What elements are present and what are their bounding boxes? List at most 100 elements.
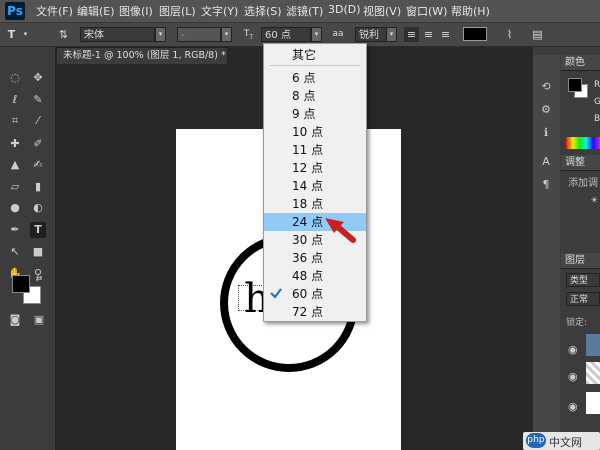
- brush-tool-icon[interactable]: ✐: [30, 136, 46, 152]
- layer-visibility-icon[interactable]: ◉: [568, 343, 578, 356]
- pen-tool-icon[interactable]: ✒: [7, 222, 23, 238]
- color-panel-tab[interactable]: 颜色: [561, 55, 600, 71]
- gradient-tool-icon[interactable]: ▮: [30, 179, 46, 195]
- eyedropper-tool-icon[interactable]: ⁄: [30, 113, 46, 129]
- dropdown-item[interactable]: 10 点: [264, 123, 366, 141]
- font-size-field[interactable]: 60 点: [261, 27, 311, 42]
- menu-type[interactable]: 文字(Y): [201, 3, 238, 19]
- dropdown-item[interactable]: 14 点: [264, 177, 366, 195]
- dropdown-item[interactable]: 9 点: [264, 105, 366, 123]
- character-icon[interactable]: A: [539, 155, 553, 169]
- font-family-field[interactable]: 宋体: [80, 27, 155, 42]
- character-panel-icon[interactable]: ▤: [530, 27, 545, 42]
- color-label-b: B: [594, 114, 600, 124]
- color-spectrum-bar[interactable]: [566, 137, 600, 149]
- menu-bar: Ps 文件(F) 编辑(E) 图像(I) 图层(L) 文字(Y) 选择(S) 滤…: [0, 0, 600, 23]
- menu-view[interactable]: 视图(V): [363, 3, 401, 19]
- antialias-arrow[interactable]: ▾: [386, 27, 397, 42]
- menu-image[interactable]: 图像(I): [119, 3, 153, 19]
- font-size-arrow[interactable]: ▾: [311, 27, 322, 42]
- info-icon[interactable]: ℹ: [539, 126, 553, 140]
- align-left-icon[interactable]: ≡: [404, 27, 419, 42]
- history-brush-tool-icon[interactable]: ✍: [30, 157, 46, 173]
- dodge-tool-icon[interactable]: ◐: [30, 200, 46, 216]
- layer-visibility-icon[interactable]: ◉: [568, 370, 578, 383]
- screen-mode-icon[interactable]: ▣: [31, 312, 47, 328]
- align-center-icon[interactable]: ≡: [421, 27, 436, 42]
- layers-panel-tab[interactable]: 图层: [561, 253, 600, 269]
- layer-thumbnail-background[interactable]: [586, 392, 600, 414]
- layer-thumbnail-text[interactable]: [586, 334, 600, 356]
- blend-mode-field[interactable]: 正常: [566, 292, 600, 306]
- layer-visibility-icon[interactable]: ◉: [568, 400, 578, 413]
- antialias-icon: aa: [332, 29, 344, 39]
- preset-dropdown-icon[interactable]: ▾: [18, 27, 33, 42]
- marquee-tool-icon[interactable]: ◌: [7, 70, 23, 86]
- font-size-icon: TT: [243, 29, 254, 41]
- adjustments-panel-tab[interactable]: 调整: [561, 155, 600, 171]
- document-tab-title: 未标题-1 @ 100% (图层 1, RGB/8) *: [63, 50, 226, 61]
- dropdown-item[interactable]: 11 点: [264, 141, 366, 159]
- menu-file[interactable]: 文件(F): [36, 3, 73, 19]
- quick-select-tool-icon[interactable]: ✎: [30, 92, 46, 108]
- document-tab[interactable]: 未标题-1 @ 100% (图层 1, RGB/8) * ×: [56, 47, 228, 64]
- tools-panel: ◌ ✥ ℓ ✎ ⌗ ⁄ ✚ ✐ ▲ ✍ ▱ ▮ ● ◐ ✒ T ↖ ■ ✋ ⚲ …: [0, 47, 56, 450]
- menu-3d[interactable]: 3D(D): [328, 3, 361, 16]
- font-size-dropdown: 其它 6 点 8 点 9 点 10 点 11 点 12 点 14 点 18 点 …: [263, 43, 367, 322]
- menu-window[interactable]: 窗口(W): [406, 3, 447, 19]
- lasso-tool-icon[interactable]: ℓ: [7, 92, 23, 108]
- font-family-arrow[interactable]: ▾: [155, 27, 166, 42]
- crop-tool-icon[interactable]: ⌗: [7, 113, 23, 129]
- layers-filter-field[interactable]: 类型: [566, 273, 600, 287]
- adjustment-icon[interactable]: ☀: [590, 196, 600, 206]
- text-color-swatch[interactable]: [463, 27, 487, 41]
- checkmark-icon: [270, 288, 282, 299]
- paragraph-icon[interactable]: ¶: [539, 178, 553, 192]
- dropdown-item[interactable]: 6 点: [264, 69, 366, 87]
- dropdown-item[interactable]: 18 点: [264, 195, 366, 213]
- menu-select[interactable]: 选择(S): [244, 3, 282, 19]
- dropdown-item[interactable]: 12 点: [264, 159, 366, 177]
- dropdown-item[interactable]: 36 点: [264, 249, 366, 267]
- menu-help[interactable]: 帮助(H): [451, 3, 490, 19]
- pointer-arrow-icon: [325, 218, 356, 243]
- foreground-color-swatch[interactable]: [12, 275, 30, 293]
- layer-thumbnail-shape[interactable]: [586, 362, 600, 384]
- text-orientation-icon[interactable]: ⇅: [56, 27, 71, 42]
- swap-colors-icon[interactable]: ⇄: [34, 271, 44, 287]
- eraser-tool-icon[interactable]: ▱: [7, 179, 23, 195]
- warp-text-icon[interactable]: ⌇: [502, 27, 517, 42]
- watermark: php 中文网: [523, 432, 600, 450]
- color-label-r: R: [594, 80, 600, 90]
- lock-label: 锁定:: [566, 318, 588, 328]
- type-tool-preset-icon[interactable]: T: [4, 27, 19, 42]
- watermark-text: 中文网: [549, 436, 582, 449]
- dropdown-separator: [270, 65, 360, 66]
- photoshop-logo: Ps: [5, 2, 25, 20]
- blur-tool-icon[interactable]: ●: [7, 200, 23, 216]
- quick-mask-icon[interactable]: ◙: [7, 312, 23, 328]
- menu-layer[interactable]: 图层(L): [159, 3, 196, 19]
- font-style-arrow[interactable]: ▾: [221, 27, 232, 42]
- dropdown-item[interactable]: 8 点: [264, 87, 366, 105]
- font-style-field[interactable]: -: [177, 27, 221, 42]
- adjustments-hint: 添加调: [568, 178, 598, 189]
- healing-brush-tool-icon[interactable]: ✚: [7, 136, 23, 152]
- menu-filter[interactable]: 滤镜(T): [286, 3, 323, 19]
- menu-edit[interactable]: 编辑(E): [77, 3, 115, 19]
- panel-dock-strip: ⟲ ⚙ ℹ A ¶: [533, 55, 560, 450]
- align-right-icon[interactable]: ≡: [438, 27, 453, 42]
- dropdown-item[interactable]: 72 点: [264, 303, 366, 321]
- dropdown-item[interactable]: 48 点: [264, 267, 366, 285]
- dropdown-item-other[interactable]: 其它: [264, 46, 366, 64]
- move-tool-icon[interactable]: ✥: [30, 70, 46, 86]
- color-label-g: G: [594, 97, 600, 107]
- clone-stamp-tool-icon[interactable]: ▲: [7, 157, 23, 173]
- shape-tool-icon[interactable]: ■: [30, 244, 46, 260]
- history-icon[interactable]: ⟲: [539, 80, 553, 94]
- path-select-tool-icon[interactable]: ↖: [7, 244, 23, 260]
- properties-icon[interactable]: ⚙: [539, 103, 553, 117]
- type-tool-icon[interactable]: T: [30, 222, 46, 238]
- antialias-field[interactable]: 锐利: [355, 27, 387, 42]
- panel-foreground-swatch[interactable]: [568, 78, 582, 92]
